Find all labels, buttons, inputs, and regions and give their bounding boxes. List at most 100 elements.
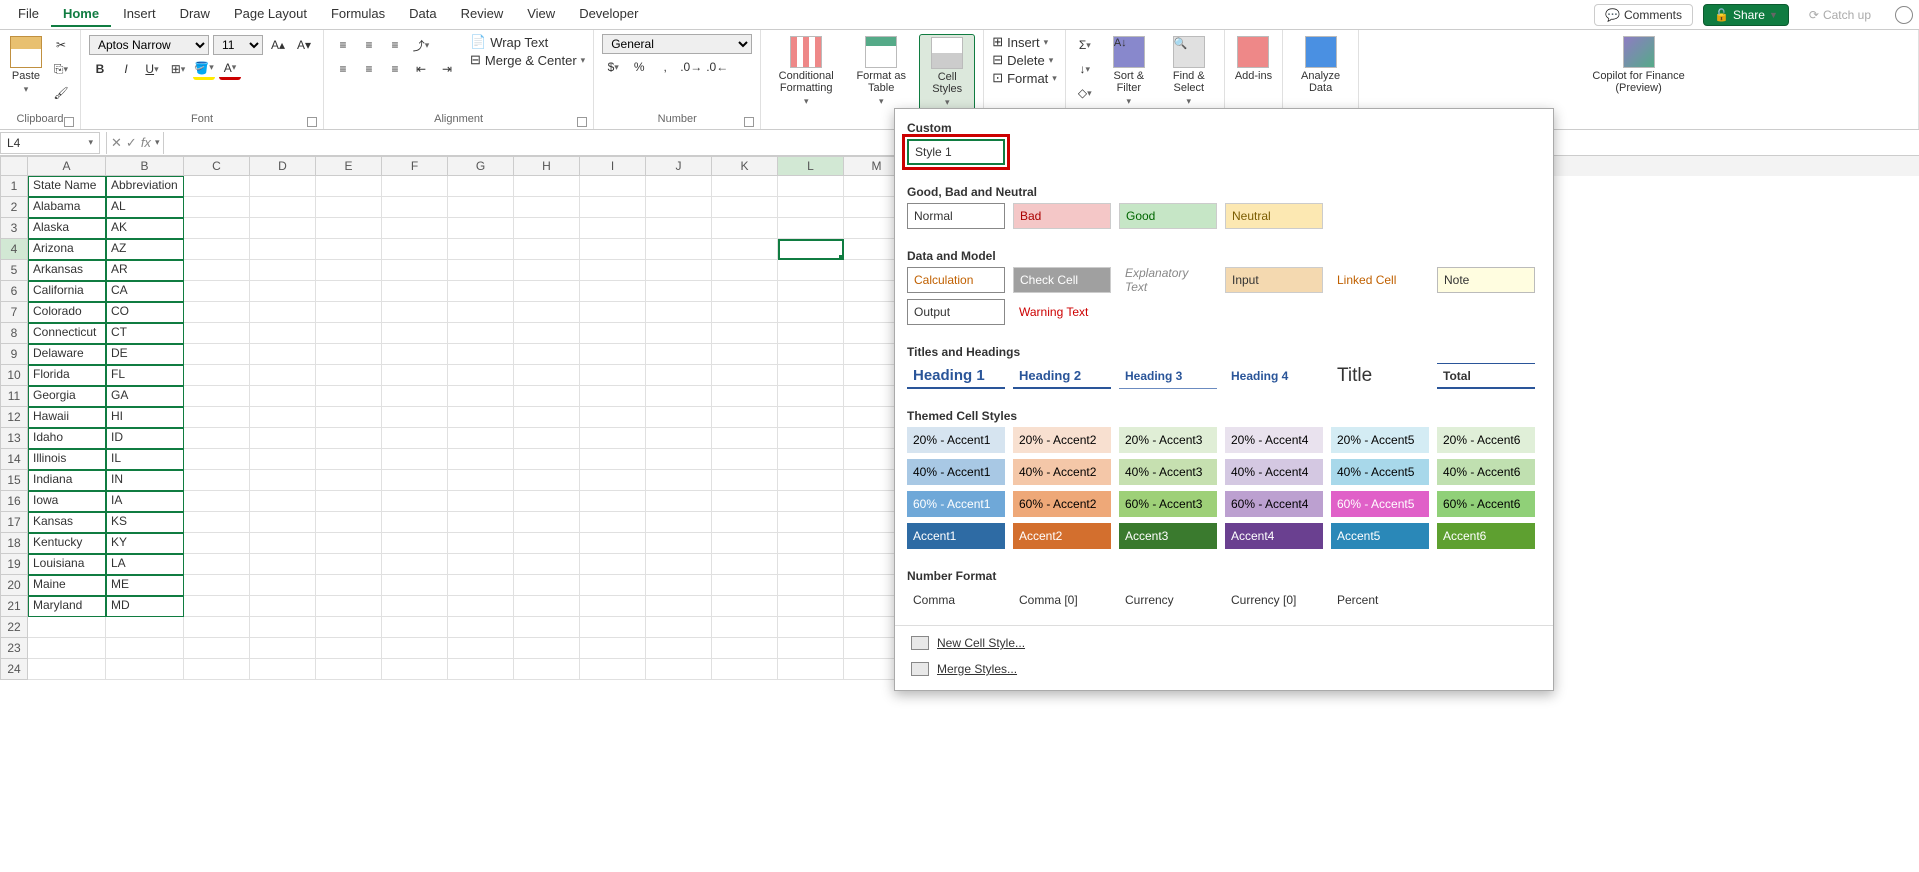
fill-color-button[interactable]: 🪣▾ [193,58,215,80]
cell-F11[interactable] [382,386,448,407]
cell-D20[interactable] [250,575,316,596]
cell-H13[interactable] [514,428,580,449]
cell-E8[interactable] [316,323,382,344]
style-calculation[interactable]: Calculation [907,267,1005,293]
font-launcher[interactable] [307,117,317,127]
style-linked[interactable]: Linked Cell [1331,267,1429,293]
cell-D15[interactable] [250,470,316,491]
cell-H20[interactable] [514,575,580,596]
cell-A15[interactable]: Indiana [28,470,106,491]
cell-A14[interactable]: Illinois [28,449,106,470]
style-normal[interactable]: Normal [907,203,1005,229]
cell-F2[interactable] [382,197,448,218]
cell-G3[interactable] [448,218,514,239]
cell-L5[interactable] [778,260,844,281]
style-heading2[interactable]: Heading 2 [1013,363,1111,389]
cell-G8[interactable] [448,323,514,344]
style-numfmt-4[interactable]: Percent [1331,587,1429,613]
cell-H2[interactable] [514,197,580,218]
style-good[interactable]: Good [1119,203,1217,229]
cell-E23[interactable] [316,638,382,659]
style-themed-0-3[interactable]: 20% - Accent4 [1225,427,1323,453]
cell-B8[interactable]: CT [106,323,184,344]
cell-E16[interactable] [316,491,382,512]
row-header-11[interactable]: 11 [0,386,28,407]
row-header-16[interactable]: 16 [0,491,28,512]
cell-K3[interactable] [712,218,778,239]
cell-G22[interactable] [448,617,514,638]
cell-F7[interactable] [382,302,448,323]
percent-button[interactable]: % [628,56,650,78]
style-themed-1-0[interactable]: 40% - Accent1 [907,459,1005,485]
cell-B21[interactable]: MD [106,596,184,617]
cell-I19[interactable] [580,554,646,575]
cell-D11[interactable] [250,386,316,407]
cell-G15[interactable] [448,470,514,491]
cell-H6[interactable] [514,281,580,302]
cell-C13[interactable] [184,428,250,449]
cell-G24[interactable] [448,659,514,680]
col-header-G[interactable]: G [448,156,514,176]
cell-I15[interactable] [580,470,646,491]
cell-F21[interactable] [382,596,448,617]
cell-F9[interactable] [382,344,448,365]
col-header-K[interactable]: K [712,156,778,176]
cell-H17[interactable] [514,512,580,533]
bold-button[interactable]: B [89,58,111,80]
cell-H11[interactable] [514,386,580,407]
cell-D17[interactable] [250,512,316,533]
row-header-1[interactable]: 1 [0,176,28,197]
style-numfmt-3[interactable]: Currency [0] [1225,587,1323,613]
cell-A20[interactable]: Maine [28,575,106,596]
cell-B7[interactable]: CO [106,302,184,323]
cell-K5[interactable] [712,260,778,281]
row-header-17[interactable]: 17 [0,512,28,533]
style-themed-1-2[interactable]: 40% - Accent3 [1119,459,1217,485]
style-warning[interactable]: Warning Text [1013,299,1111,325]
copilot-button[interactable]: Copilot for Finance (Preview) [1587,34,1691,96]
delete-cells-button[interactable]: ⊟ Delete ▾ [992,52,1053,68]
addins-button[interactable]: Add-ins [1233,34,1274,84]
style-themed-1-5[interactable]: 40% - Accent6 [1437,459,1535,485]
style-heading4[interactable]: Heading 4 [1225,363,1323,389]
border-button[interactable]: ⊞▾ [167,58,189,80]
cell-K22[interactable] [712,617,778,638]
row-header-10[interactable]: 10 [0,365,28,386]
cell-A16[interactable]: Iowa [28,491,106,512]
cell-B10[interactable]: FL [106,365,184,386]
cell-D13[interactable] [250,428,316,449]
cell-F4[interactable] [382,239,448,260]
cell-C22[interactable] [184,617,250,638]
cell-K11[interactable] [712,386,778,407]
merge-styles-link[interactable]: Merge Styles... [895,656,1553,682]
cell-I6[interactable] [580,281,646,302]
cell-E4[interactable] [316,239,382,260]
row-header-4[interactable]: 4 [0,239,28,260]
cell-D3[interactable] [250,218,316,239]
style-themed-2-5[interactable]: 60% - Accent6 [1437,491,1535,517]
cell-A21[interactable]: Maryland [28,596,106,617]
cell-A19[interactable]: Louisiana [28,554,106,575]
decrease-font-button[interactable]: A▾ [293,34,315,56]
cell-C17[interactable] [184,512,250,533]
style-themed-3-1[interactable]: Accent2 [1013,523,1111,549]
cell-A4[interactable]: Arizona [28,239,106,260]
cell-K17[interactable] [712,512,778,533]
cell-J21[interactable] [646,596,712,617]
cell-I16[interactable] [580,491,646,512]
style-themed-3-4[interactable]: Accent5 [1331,523,1429,549]
cell-L19[interactable] [778,554,844,575]
cell-D5[interactable] [250,260,316,281]
cell-D21[interactable] [250,596,316,617]
cell-B4[interactable]: AZ [106,239,184,260]
cell-K4[interactable] [712,239,778,260]
cell-E17[interactable] [316,512,382,533]
cell-J12[interactable] [646,407,712,428]
cell-L9[interactable] [778,344,844,365]
comma-button[interactable]: , [654,56,676,78]
col-header-J[interactable]: J [646,156,712,176]
cell-J17[interactable] [646,512,712,533]
cell-J11[interactable] [646,386,712,407]
cell-F20[interactable] [382,575,448,596]
style-themed-3-3[interactable]: Accent4 [1225,523,1323,549]
